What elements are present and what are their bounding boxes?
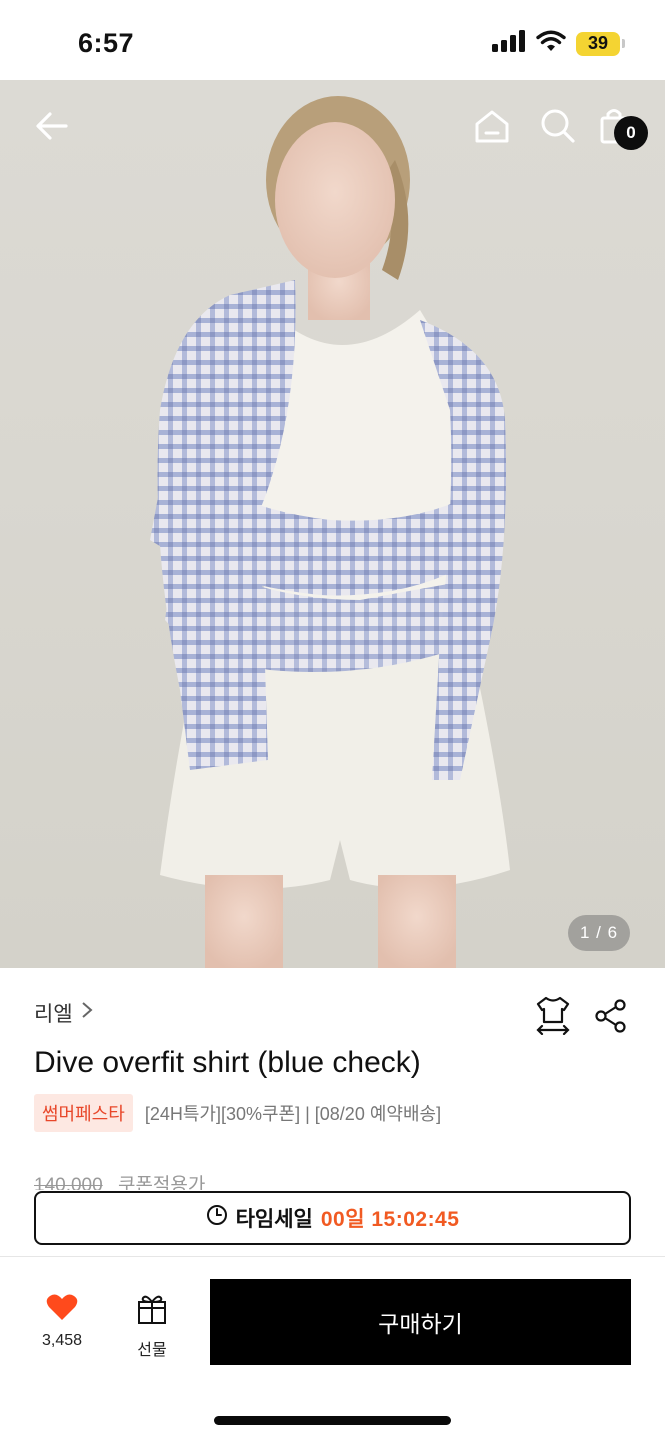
product-utility-icons: [535, 995, 629, 1036]
time-sale-countdown: 00일 15:02:45: [320, 1208, 460, 1231]
like-count: 3,458: [41, 1332, 83, 1349]
coupon-price-label: 쿠폰적용가: [117, 1175, 206, 1190]
gift-button[interactable]: 선물: [127, 1293, 177, 1360]
original-price: 140,000: [34, 1175, 103, 1190]
size-guide-icon[interactable]: [535, 995, 571, 1036]
product-photo: [150, 96, 510, 968]
buy-button[interactable]: 구매하기: [210, 1279, 631, 1365]
gift-label: 선물: [137, 1342, 167, 1359]
bottom-bar-divider: [0, 1256, 665, 1257]
battery-icon: 39: [576, 31, 625, 56]
clock-icon: [206, 1204, 228, 1232]
time-sale-banner[interactable]: 타임세일 00일 15:02:45: [34, 1191, 631, 1245]
promo-badge: 썸머페스타: [34, 1094, 133, 1132]
status-time: 6:57: [78, 28, 135, 58]
cart-count-badge: 0: [614, 116, 648, 150]
price-row: 140,000 쿠폰적용가: [34, 1170, 205, 1190]
promo-text: [24H특가][30%쿠폰] | [08/20 예약배송]: [144, 1104, 442, 1124]
battery-level: 39: [576, 31, 620, 56]
brand-name: 리엘: [34, 1003, 73, 1026]
gift-icon: [136, 1293, 168, 1330]
status-bar: 6:57 39: [0, 0, 665, 80]
brand-link[interactable]: 리엘: [34, 998, 93, 1028]
promo-row: 썸머페스타 [24H특가][30%쿠폰] | [08/20 예약배송]: [34, 1094, 441, 1132]
status-icons: 39: [492, 30, 625, 57]
search-icon[interactable]: [536, 104, 580, 148]
heart-icon: [46, 1293, 78, 1326]
image-page-indicator: 1 / 6: [568, 915, 630, 951]
back-arrow-icon[interactable]: [30, 104, 74, 148]
signal-icon: [492, 30, 526, 57]
home-icon[interactable]: [470, 104, 514, 148]
home-indicator: [214, 1416, 451, 1425]
like-button[interactable]: 3,458: [30, 1293, 94, 1350]
product-image-carousel[interactable]: 0 1 / 6: [0, 80, 665, 968]
share-icon[interactable]: [593, 995, 629, 1035]
time-sale-label: 타임세일: [235, 1208, 313, 1231]
wifi-icon: [536, 30, 566, 57]
chevron-right-icon: [81, 1001, 93, 1025]
product-title: Dive overfit shirt (blue check): [34, 1046, 421, 1079]
